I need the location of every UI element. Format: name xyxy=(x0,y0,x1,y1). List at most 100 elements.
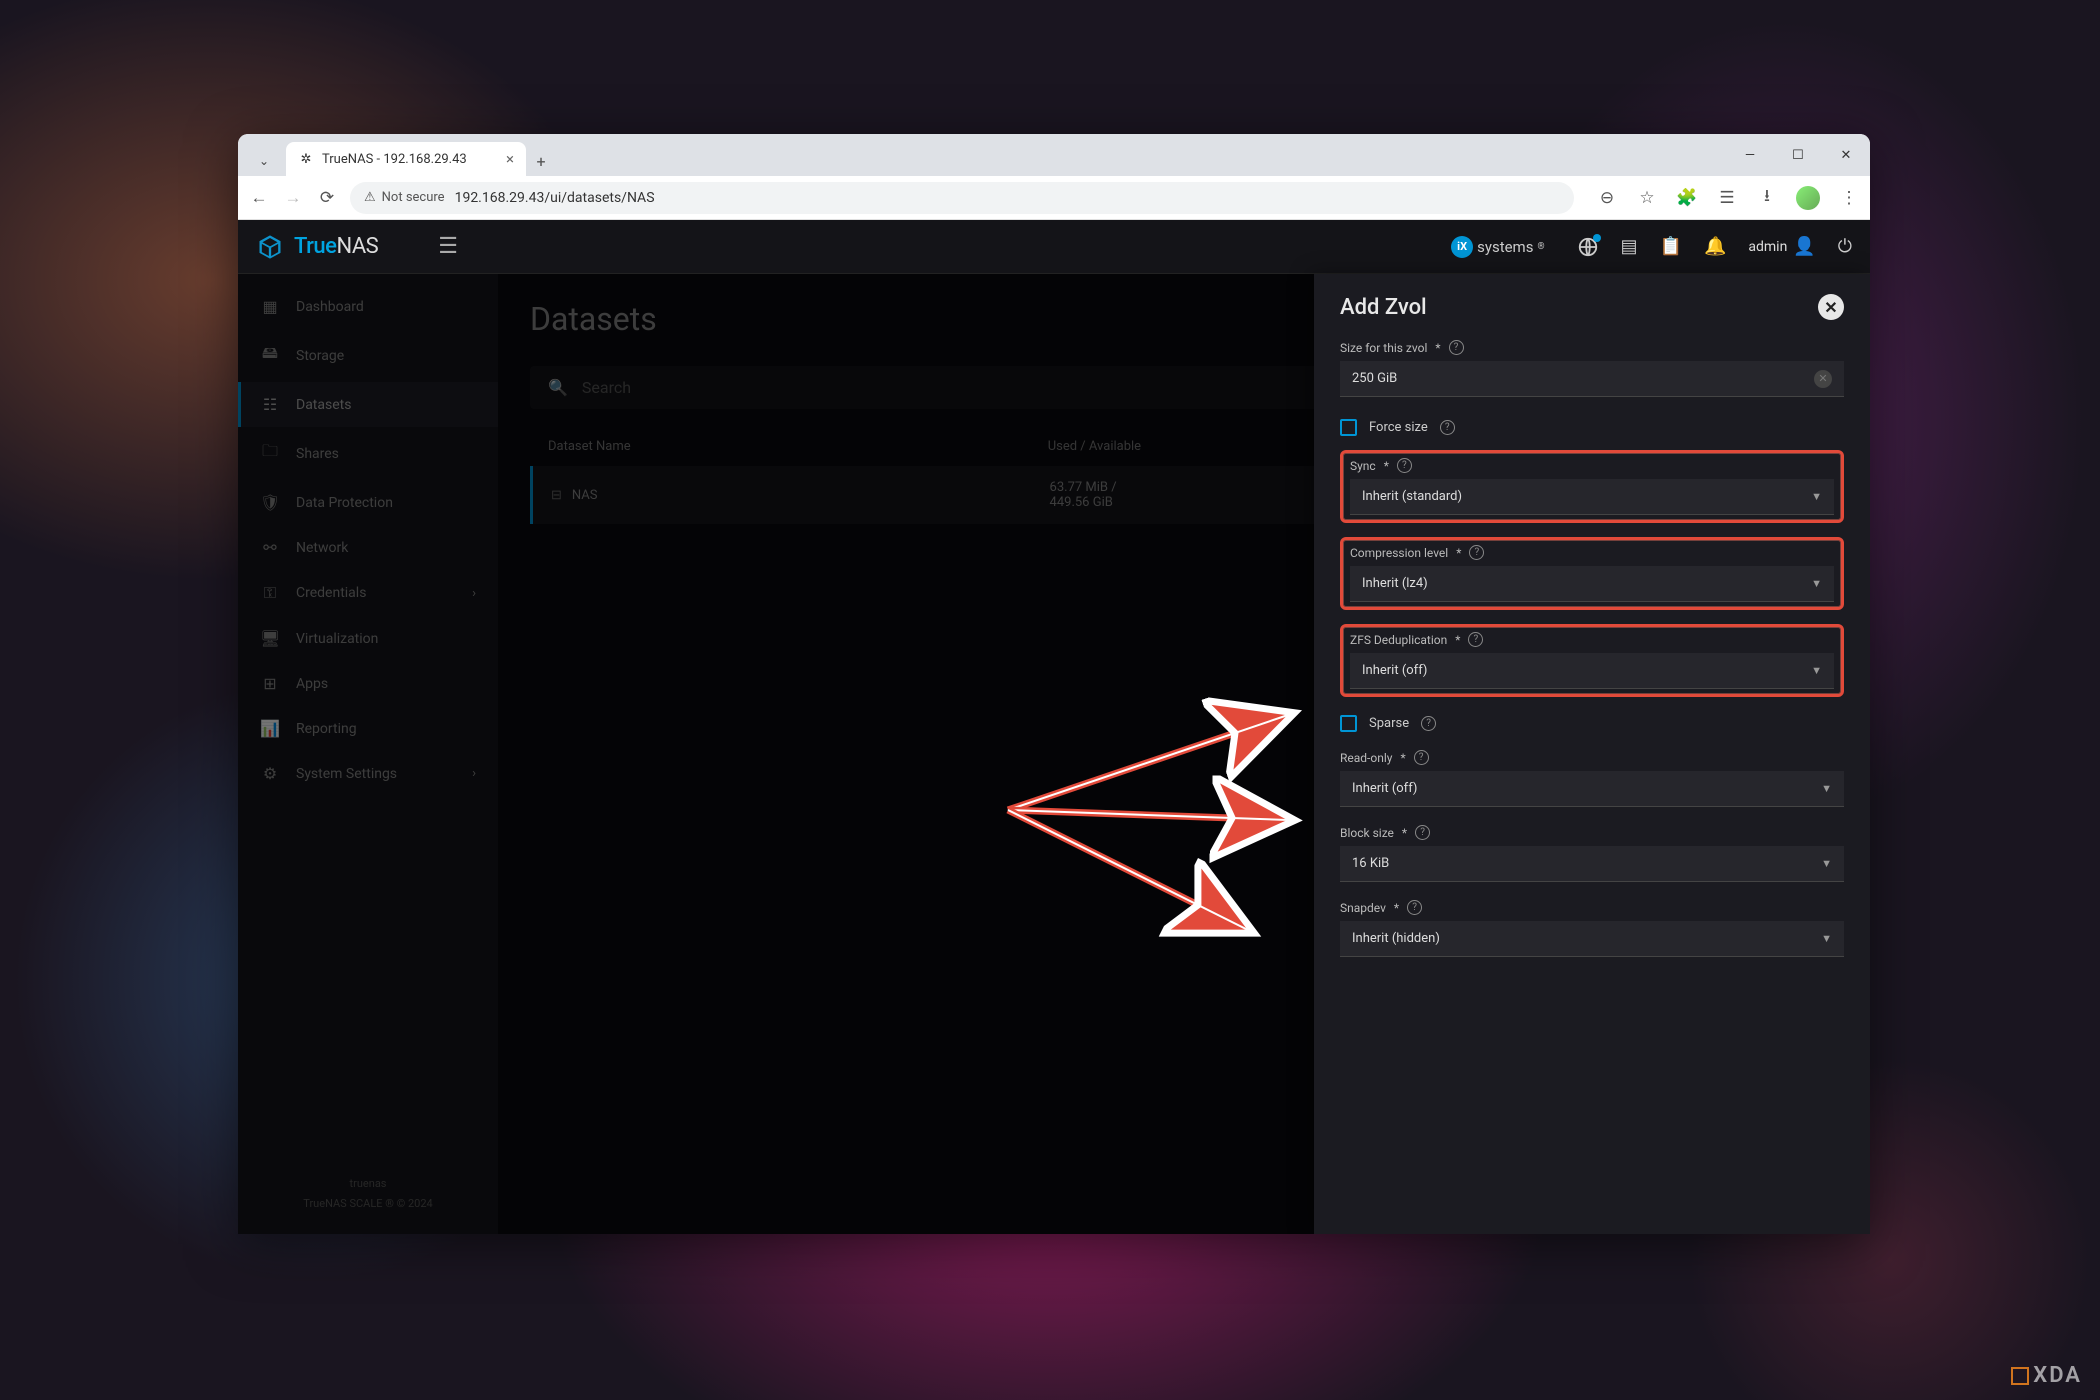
username: admin xyxy=(1748,239,1787,255)
checklist-icon[interactable]: ▤ xyxy=(1621,236,1638,257)
compression-label: Compression level xyxy=(1350,546,1448,560)
sidebar-item-dashboard[interactable]: ▦Dashboard xyxy=(238,284,498,329)
chevron-down-icon: ▼ xyxy=(1811,490,1822,503)
extensions-icon[interactable]: 🧩 xyxy=(1676,187,1698,209)
blocksize-label: Block size xyxy=(1340,826,1394,840)
help-icon[interactable]: ? xyxy=(1421,716,1436,731)
readonly-label: Read-only xyxy=(1340,751,1392,765)
clipboard-icon[interactable]: 📋 xyxy=(1660,236,1682,257)
tree-icon: ⊟ xyxy=(551,488,562,503)
xda-square-icon xyxy=(2011,1367,2029,1385)
panel-close-button[interactable]: ✕ xyxy=(1818,294,1844,320)
new-tab-button[interactable]: + xyxy=(526,146,556,176)
field-readonly: Read-only*? Inherit (off) ▼ xyxy=(1340,750,1844,807)
network-status-icon[interactable] xyxy=(1577,236,1599,258)
sidebar-item-reporting[interactable]: 📊Reporting xyxy=(238,706,498,751)
readonly-value: Inherit (off) xyxy=(1352,781,1417,796)
help-icon[interactable]: ? xyxy=(1449,340,1464,355)
readonly-select[interactable]: Inherit (off) ▼ xyxy=(1340,771,1844,807)
sidebar-item-virtualization[interactable]: 🖥Virtualization xyxy=(238,616,498,661)
clear-icon[interactable]: ✕ xyxy=(1814,370,1832,388)
footer-copyright: TrueNAS SCALE ® © 2024 xyxy=(258,1194,478,1214)
sidebar-item-network[interactable]: ⚯Network xyxy=(238,525,498,570)
browser-toolbar: ← → ⟳ ⚠ Not secure 192.168.29.43/ui/data… xyxy=(238,176,1870,220)
field-dedup: ZFS Deduplication*? Inherit (off) ▼ xyxy=(1350,632,1834,689)
snapdev-value: Inherit (hidden) xyxy=(1352,931,1440,946)
snapdev-select[interactable]: Inherit (hidden) ▼ xyxy=(1340,921,1844,957)
dataset-name: NAS xyxy=(572,488,598,503)
ixsystems-logo[interactable]: iX systems® xyxy=(1451,236,1544,258)
security-indicator[interactable]: ⚠ Not secure xyxy=(364,190,445,205)
user-menu[interactable]: admin 👤 xyxy=(1748,236,1815,257)
help-icon[interactable]: ? xyxy=(1414,750,1429,765)
sidebar-item-storage[interactable]: 🖴Storage xyxy=(238,329,498,382)
power-icon[interactable]: ⏻ xyxy=(1838,236,1852,257)
tab-strip: ⌄ ✲ TrueNAS - 192.168.29.43 × + xyxy=(238,134,1870,176)
sidebar-item-datasets[interactable]: ☷Datasets xyxy=(238,382,498,427)
vm-icon: 🖥 xyxy=(260,629,280,648)
help-icon[interactable]: ? xyxy=(1440,420,1455,435)
used-value-line2: 449.56 GiB xyxy=(1050,495,1345,510)
search-icon: 🔍 xyxy=(548,378,568,397)
field-snapdev: Snapdev*? Inherit (hidden) ▼ xyxy=(1340,900,1844,957)
truenas-logo[interactable]: TrueNAS xyxy=(256,233,378,261)
apps-icon: ⊞ xyxy=(260,674,280,693)
chevron-right-icon: › xyxy=(472,586,476,601)
alerts-icon[interactable]: 🔔 xyxy=(1704,236,1726,257)
window-controls: — ☐ ✕ xyxy=(1726,134,1870,176)
compression-select[interactable]: Inherit (lz4) ▼ xyxy=(1350,566,1834,602)
sidebar-item-label: Dashboard xyxy=(296,299,364,315)
add-zvol-panel: Add Zvol ✕ Size for this zvol*? 250 GiB … xyxy=(1314,274,1870,1234)
sync-select[interactable]: Inherit (standard) ▼ xyxy=(1350,479,1834,515)
back-button[interactable]: ← xyxy=(248,187,270,209)
help-icon[interactable]: ? xyxy=(1468,632,1483,647)
window-close-button[interactable]: ✕ xyxy=(1822,134,1870,176)
network-icon: ⚯ xyxy=(260,538,280,557)
footer-brand: truenas xyxy=(258,1174,478,1194)
sidebar-item-shares[interactable]: 🗀Shares xyxy=(238,427,498,480)
dedup-value: Inherit (off) xyxy=(1362,663,1427,678)
force-size-checkbox[interactable]: Force size ? xyxy=(1340,415,1844,440)
sidebar-item-label: Datasets xyxy=(296,397,351,413)
forward-button[interactable]: → xyxy=(282,187,304,209)
downloads-icon[interactable]: ⭳ xyxy=(1756,187,1778,209)
bookmark-icon[interactable]: ☆ xyxy=(1636,187,1658,209)
tab-search-dropdown[interactable]: ⌄ xyxy=(248,146,280,176)
help-icon[interactable]: ? xyxy=(1397,458,1412,473)
profile-avatar[interactable] xyxy=(1796,186,1820,210)
tab-close-button[interactable]: × xyxy=(506,150,514,168)
sidebar-item-system-settings[interactable]: ⚙System Settings› xyxy=(238,751,498,796)
sync-value: Inherit (standard) xyxy=(1362,489,1462,504)
sidebar-item-label: Reporting xyxy=(296,721,357,737)
browser-menu-icon[interactable]: ⋮ xyxy=(1838,187,1860,209)
help-icon[interactable]: ? xyxy=(1469,545,1484,560)
blocksize-select[interactable]: 16 KiB ▼ xyxy=(1340,846,1844,882)
search-placeholder: Search xyxy=(582,378,631,397)
field-size: Size for this zvol*? 250 GiB ✕ xyxy=(1340,340,1844,397)
address-bar[interactable]: ⚠ Not secure 192.168.29.43/ui/datasets/N… xyxy=(350,182,1574,214)
field-sync: Sync*? Inherit (standard) ▼ xyxy=(1350,458,1834,515)
field-compression: Compression level*? Inherit (lz4) ▼ xyxy=(1350,545,1834,602)
panel-header: Add Zvol ✕ xyxy=(1314,274,1870,340)
reading-list-icon[interactable]: ☰ xyxy=(1716,187,1738,209)
browser-tab[interactable]: ✲ TrueNAS - 192.168.29.43 × xyxy=(286,142,526,176)
warning-icon: ⚠ xyxy=(364,190,376,205)
url-text: 192.168.29.43/ui/datasets/NAS xyxy=(455,190,655,206)
window-maximize-button[interactable]: ☐ xyxy=(1774,134,1822,176)
help-icon[interactable]: ? xyxy=(1407,900,1422,915)
sidebar-item-apps[interactable]: ⊞Apps xyxy=(238,661,498,706)
dedup-select[interactable]: Inherit (off) ▼ xyxy=(1350,653,1834,689)
sidebar: ▦Dashboard 🖴Storage ☷Datasets 🗀Shares 🛡D… xyxy=(238,274,498,1234)
sidebar-item-credentials[interactable]: ⚿Credentials› xyxy=(238,570,498,616)
app-topbar: TrueNAS ☰ iX systems® ▤ 📋 🔔 admin 👤 ⏻ xyxy=(238,220,1870,274)
password-icon[interactable]: ⊖ xyxy=(1596,187,1618,209)
reload-button[interactable]: ⟳ xyxy=(316,187,338,209)
sparse-checkbox[interactable]: Sparse ? xyxy=(1340,711,1844,736)
window-minimize-button[interactable]: — xyxy=(1726,134,1774,176)
sparse-label: Sparse xyxy=(1369,716,1409,731)
help-icon[interactable]: ? xyxy=(1415,825,1430,840)
not-secure-label: Not secure xyxy=(382,190,445,205)
menu-toggle-icon[interactable]: ☰ xyxy=(438,234,458,259)
size-input[interactable]: 250 GiB ✕ xyxy=(1340,361,1844,397)
sidebar-item-data-protection[interactable]: 🛡Data Protection xyxy=(238,480,498,525)
